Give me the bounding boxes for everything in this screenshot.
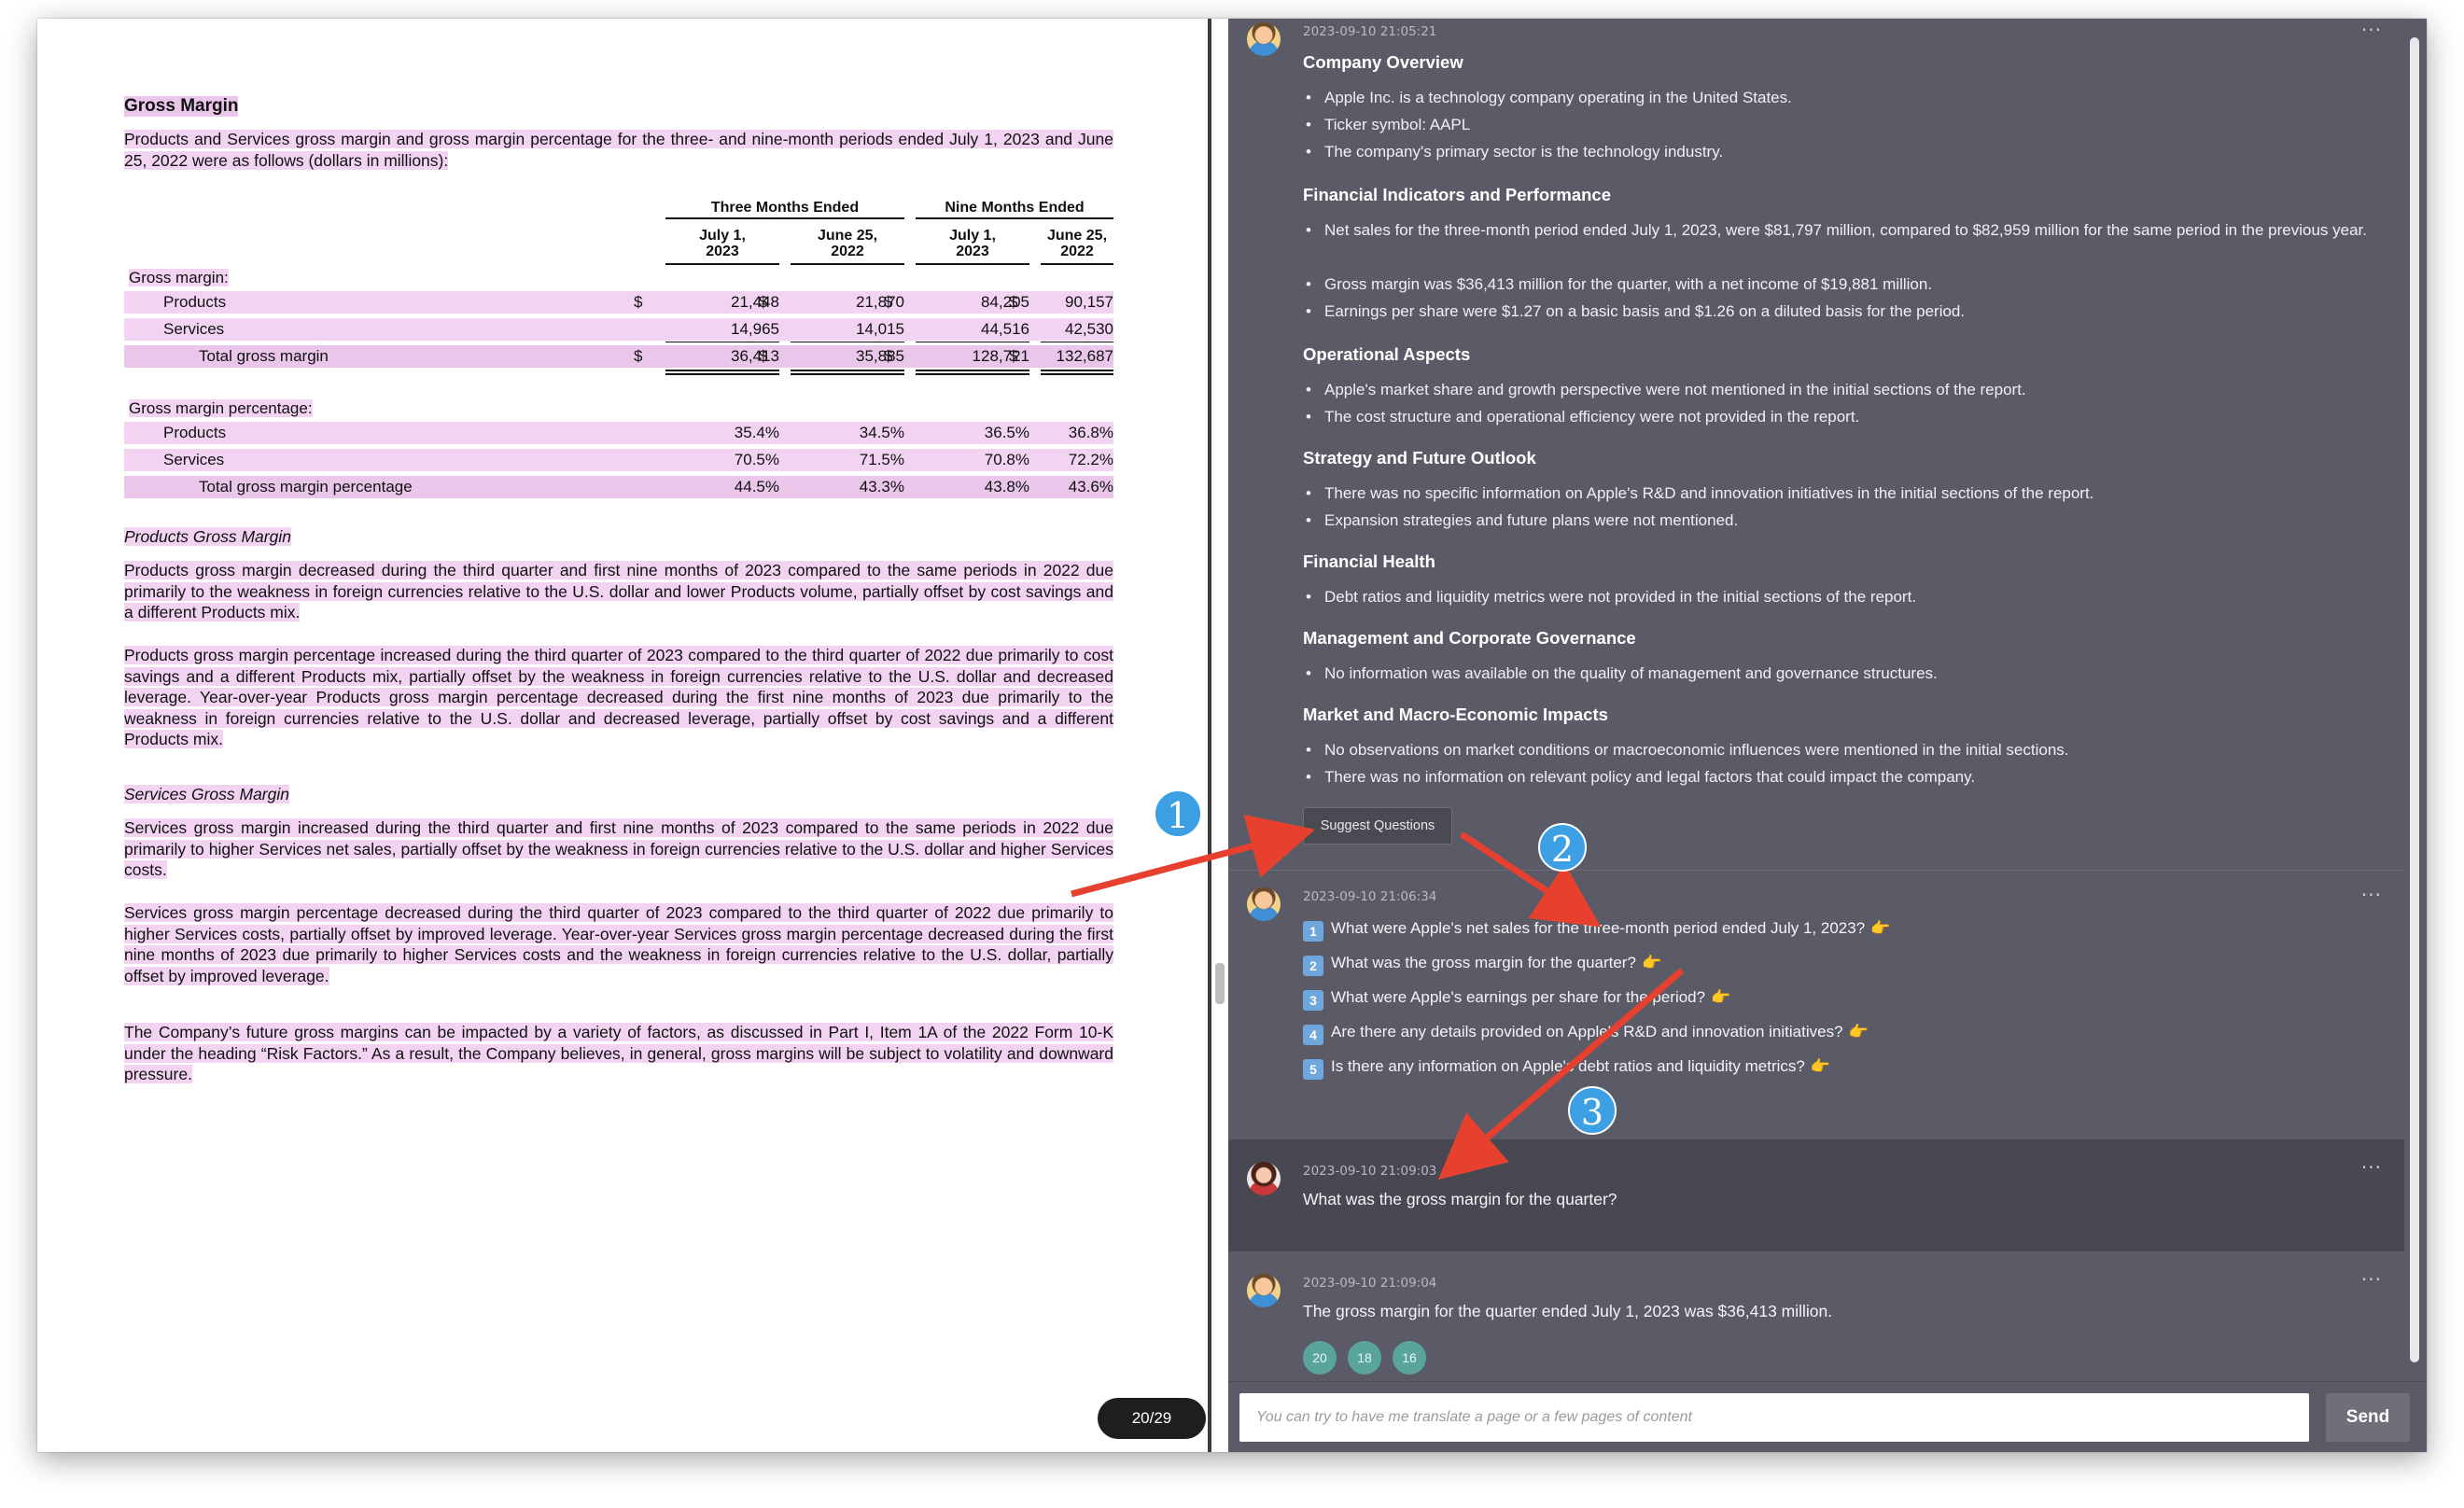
annotation-badge-3: 3 xyxy=(1568,1086,1617,1135)
table-row: Services 70.5% 71.5% 70.8% 72.2% xyxy=(124,449,1113,472)
more-options-icon[interactable]: ··· xyxy=(2361,1268,2382,1291)
services-paragraph-2: Services gross margin percentage decreas… xyxy=(124,903,1113,985)
summary-item: There was no information on relevant pol… xyxy=(1306,764,2379,790)
pointing-hand-icon: 👉 xyxy=(1641,954,1662,971)
bot-message-summary: 2023-09-10 21:05:21 ··· Company Overview… xyxy=(1228,19,2404,870)
pointing-hand-icon: 👉 xyxy=(1810,1057,1831,1075)
pane-divider xyxy=(1208,19,1211,1452)
summary-item: Net sales for the three-month period end… xyxy=(1306,217,2379,244)
page-indicator[interactable]: 20/29 xyxy=(1098,1398,1206,1439)
summary-item: Debt ratios and liquidity metrics were n… xyxy=(1306,584,2379,610)
message-timestamp: 2023-09-10 21:06:34 xyxy=(1303,889,1437,904)
summary-item: Gross margin was $36,413 million for the… xyxy=(1306,272,2379,298)
suggested-question-5[interactable]: 5 Is there any information on Apple's deb… xyxy=(1303,1057,1830,1080)
more-options-icon[interactable]: ··· xyxy=(2361,19,2382,41)
summary-item: The cost structure and operational effic… xyxy=(1306,404,2379,430)
pointing-hand-icon: 👉 xyxy=(1848,1023,1869,1040)
summary-item: No observations on market conditions or … xyxy=(1306,737,2379,763)
table-section-label: Gross margin: xyxy=(129,269,229,286)
summary-heading: Strategy and Future Outlook xyxy=(1303,448,1536,468)
table-row: Products $ 21,448 $ 21,870 $ 84,205 $ 90… xyxy=(124,291,1113,314)
closing-paragraph: The Company’s future gross margins can b… xyxy=(124,1023,1113,1083)
message-timestamp: 2023-09-10 21:09:03 xyxy=(1303,1164,1437,1179)
summary-heading: Market and Macro-Economic Impacts xyxy=(1303,705,1608,724)
summary-item: No information was available on the qual… xyxy=(1306,661,2379,687)
pdf-viewer[interactable]: Gross Margin Products and Services gross… xyxy=(37,19,1208,1452)
bot-avatar xyxy=(1247,887,1281,921)
summary-item: Expansion strategies and future plans we… xyxy=(1306,508,2379,534)
user-message-text: What was the gross margin for the quarte… xyxy=(1303,1190,1617,1208)
group-header-three-months: Three Months Ended xyxy=(710,200,860,216)
services-heading: Services Gross Margin xyxy=(124,785,289,803)
col-header: July 1, 2023 xyxy=(949,228,996,259)
col-header: June 25, 2022 xyxy=(1046,228,1108,259)
products-paragraph-1: Products gross margin decreased during t… xyxy=(124,561,1113,621)
summary-item: Apple Inc. is a technology company opera… xyxy=(1306,85,2379,111)
suggested-question-3[interactable]: 3 What were Apple's earnings per share fo… xyxy=(1303,988,1730,1011)
answer-text: The gross margin for the quarter ended J… xyxy=(1303,1302,1833,1320)
annotation-badge-2: 2 xyxy=(1538,823,1587,872)
page-reference-chip[interactable]: 20 xyxy=(1303,1341,1337,1375)
send-button[interactable]: Send xyxy=(2326,1393,2410,1442)
section-title: Gross Margin xyxy=(124,96,239,117)
intro-paragraph: Products and Services gross margin and g… xyxy=(124,130,1113,170)
pointing-hand-icon: 👉 xyxy=(1870,919,1891,937)
user-message: 2023-09-10 21:09:03 ··· What was the gro… xyxy=(1228,1139,2404,1251)
page-reference-chip[interactable]: 18 xyxy=(1348,1341,1381,1375)
table-row: Services 14,965 14,015 44,516 42,530 xyxy=(124,318,1113,342)
summary-heading: Management and Corporate Governance xyxy=(1303,628,1636,648)
summary-item: Ticker symbol: AAPL xyxy=(1306,112,2379,138)
resize-handle[interactable] xyxy=(1215,963,1225,1004)
table-row-total: Total gross margin percentage 44.5% 43.3… xyxy=(124,476,1113,499)
suggest-questions-button[interactable]: Suggest Questions xyxy=(1303,807,1452,845)
more-options-icon[interactable]: ··· xyxy=(2361,884,2382,906)
table-row-total: Total gross margin $ 36,413 $ 35,885 $ 1… xyxy=(124,345,1113,369)
chat-panel: 2023-09-10 21:05:21 ··· Company Overview… xyxy=(1228,19,2427,1452)
summary-item: Earnings per share were $1.27 on a basic… xyxy=(1306,299,2379,325)
chat-input-bar: Send xyxy=(1228,1381,2427,1452)
group-header-nine-months: Nine Months Ended xyxy=(945,200,1085,216)
summary-heading: Operational Aspects xyxy=(1303,344,1471,364)
summary-heading: Company Overview xyxy=(1303,52,1463,72)
products-paragraph-2: Products gross margin percentage increas… xyxy=(124,646,1113,748)
summary-item: There was no specific information on App… xyxy=(1306,481,2379,507)
col-header: July 1, 2023 xyxy=(699,228,746,259)
message-timestamp: 2023-09-10 21:09:04 xyxy=(1303,1276,1437,1291)
bot-message-questions: 2023-09-10 21:06:34 ··· 1 What were Apple… xyxy=(1228,871,2404,1139)
suggested-question-4[interactable]: 4 Are there any details provided on Apple… xyxy=(1303,1023,1869,1045)
col-header: June 25, 2022 xyxy=(817,228,878,259)
summary-item: Apple's market share and growth perspect… xyxy=(1306,377,2379,403)
chat-scrollbar-thumb[interactable] xyxy=(2410,37,2419,1362)
suggested-question-2[interactable]: 2 What was the gross margin for the quart… xyxy=(1303,954,1661,976)
message-timestamp: 2023-09-10 21:05:21 xyxy=(1303,24,1437,39)
products-heading: Products Gross Margin xyxy=(124,527,291,546)
annotation-badge-1: 1 xyxy=(1154,789,1202,838)
bot-avatar xyxy=(1247,22,1281,56)
summary-heading: Financial Health xyxy=(1303,552,1435,571)
summary-heading: Financial Indicators and Performance xyxy=(1303,185,1612,204)
table-section-label: Gross margin percentage: xyxy=(129,399,313,417)
table-row: Products 35.4% 34.5% 36.5% 36.8% xyxy=(124,422,1113,445)
services-paragraph-1: Services gross margin increased during t… xyxy=(124,818,1113,879)
page-reference-chip[interactable]: 16 xyxy=(1393,1341,1426,1375)
summary-item: The company's primary sector is the tech… xyxy=(1306,139,2379,165)
pointing-hand-icon: 👉 xyxy=(1711,988,1731,1006)
bot-avatar xyxy=(1247,1274,1281,1307)
chat-input[interactable] xyxy=(1239,1393,2309,1442)
bot-message-answer: 2023-09-10 21:09:04 ··· The gross margin… xyxy=(1228,1251,2404,1381)
more-options-icon[interactable]: ··· xyxy=(2361,1156,2382,1179)
suggested-question-1[interactable]: 1 What were Apple's net sales for the thr… xyxy=(1303,919,1890,942)
app-window: Gross Margin Products and Services gross… xyxy=(37,19,2427,1452)
user-avatar xyxy=(1247,1162,1281,1195)
